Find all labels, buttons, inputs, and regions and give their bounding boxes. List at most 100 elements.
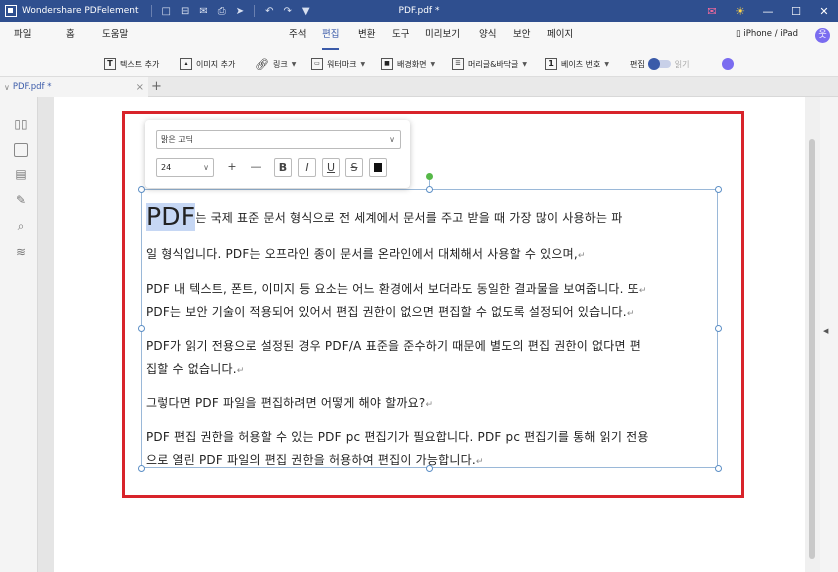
text-line[interactable]: PDF 내 텍스트, 폰트, 이미지 등 요소는 어느 환경에서 보더라도 동일… (146, 280, 647, 297)
maximize-button[interactable]: ☐ (782, 5, 810, 18)
gift-icon[interactable]: ✉ (698, 5, 726, 18)
add-image-button[interactable]: ▴ 이미지 추가 (180, 56, 235, 72)
header-footer-icon: ☰ (452, 58, 464, 70)
app-name: Wondershare PDFelement (22, 6, 139, 16)
font-size-select[interactable]: 24 ∨ (156, 158, 214, 177)
chevron-down-icon: ▼ (430, 60, 436, 68)
scroll-thumb[interactable] (809, 139, 815, 559)
save-icon[interactable]: ⊟ (181, 6, 189, 17)
link-icon: 🔗︎ (255, 57, 269, 71)
comments-icon[interactable]: ▤ (14, 167, 28, 181)
add-tab-icon[interactable]: + (151, 79, 162, 94)
chevron-down-icon: ▼ (360, 60, 366, 68)
left-sidebar: ▯▯ ▤ ✎ ⌕ ≋ ▶ (0, 97, 45, 572)
selected-text[interactable]: PDF (146, 203, 196, 231)
menu-bar: 파일 홈 도움말 주석 편집 변환 도구 미리보기 양식 보안 페이지 ▯ iP… (0, 22, 838, 50)
close-button[interactable]: ✕ (810, 5, 838, 18)
image-icon: ▴ (180, 58, 192, 70)
watermark-icon: ▭ (311, 58, 323, 70)
menu-edit[interactable]: 편집 (322, 22, 340, 50)
right-sidebar: ◀ (820, 97, 838, 572)
menu-home[interactable]: 홈 (66, 22, 75, 50)
menu-help[interactable]: 도움말 (102, 22, 128, 50)
menu-forms[interactable]: 양식 (479, 22, 496, 50)
text-line[interactable]: PDF는 국제 표준 문서 형식으로 전 세계에서 문서를 주고 받을 때 가장… (146, 203, 622, 231)
ai-icon (722, 58, 734, 70)
theme-icon[interactable]: ☀ (726, 5, 754, 18)
layers-icon[interactable]: ≋ (14, 245, 28, 259)
resize-handle-l[interactable] (138, 325, 145, 332)
edit-read-toggle[interactable]: 편집 읽기 (630, 56, 689, 72)
underline-button[interactable]: U (322, 158, 340, 177)
watermark-button[interactable]: ▭ 워터마크 ▼ (311, 56, 365, 72)
chevron-down-icon: ∨ (389, 135, 395, 144)
header-footer-button[interactable]: ☰ 머리글&바닥글 ▼ (452, 56, 527, 72)
text-icon: T (104, 58, 116, 70)
text-line[interactable]: 집할 수 없습니다.↵ (146, 360, 244, 377)
font-color-button[interactable] (369, 158, 387, 177)
edit-toolbar: T 텍스트 추가 ▴ 이미지 추가 🔗︎ 링크 ▼ ▭ 워터마크 ▼ ■ 배경화… (0, 50, 838, 77)
email-icon[interactable]: ✉ (199, 6, 207, 17)
text-line[interactable]: 으로 열린 PDF 파일의 편집 권한을 허용하여 편집이 가능합니다.↵ (146, 451, 484, 468)
chevron-down-icon: ▼ (604, 60, 609, 68)
redo-icon[interactable]: ↷ (284, 6, 292, 17)
close-tab-icon[interactable]: × (136, 82, 144, 93)
text-line[interactable]: PDF는 보안 기술이 적용되어 있어서 편집 권한이 없으면 편집할 수 없도… (146, 303, 635, 320)
menu-file[interactable]: 파일 (14, 22, 31, 50)
resize-handle-bl[interactable] (138, 465, 145, 472)
menu-preview[interactable]: 미리보기 (425, 22, 460, 50)
bates-number-button[interactable]: 1 베이츠 번호 ▼ (545, 56, 609, 72)
edit-label: 편집 (630, 59, 645, 69)
read-label: 읽기 (674, 59, 690, 69)
bold-button[interactable]: B (274, 158, 292, 177)
menu-comment[interactable]: 주석 (289, 22, 306, 50)
quick-access-toolbar: □ ⊟ ✉ ⎙ ➤ ↶ ↷ ▼ (150, 5, 310, 17)
resize-handle-tr[interactable] (715, 186, 722, 193)
menu-page[interactable]: 페이지 (547, 22, 573, 50)
italic-button[interactable]: I (298, 158, 316, 177)
menu-convert[interactable]: 변환 (358, 22, 375, 50)
tab-bar: ∨ PDF.pdf * × + (0, 77, 838, 97)
background-button[interactable]: ■ 배경화면 ▼ (381, 56, 435, 72)
thumbnails-icon[interactable]: ▯▯ (14, 117, 28, 131)
customize-dropdown-icon[interactable]: ▼ (302, 6, 310, 17)
search-icon[interactable]: ⌕ (14, 219, 28, 233)
send-icon[interactable]: ➤ (236, 6, 244, 17)
font-format-popup: 맑은 고딕 ∨ 24 ∨ + — B I U S (145, 120, 410, 188)
font-family-select[interactable]: 맑은 고딕 ∨ (156, 130, 401, 149)
mode-toggle[interactable] (647, 58, 671, 70)
open-icon[interactable]: □ (162, 6, 171, 17)
chevron-down-icon: ▼ (522, 60, 528, 68)
chevron-down-icon: ▼ (291, 60, 297, 68)
rotate-handle[interactable] (426, 173, 433, 180)
text-line[interactable]: 일 형식입니다. PDF는 오프라인 종이 문서를 온라인에서 대체해서 사용할… (146, 245, 586, 262)
bookmark-icon[interactable] (14, 143, 28, 157)
resize-handle-br[interactable] (715, 465, 722, 472)
print-icon[interactable]: ⎙ (218, 6, 226, 17)
menu-security[interactable]: 보안 (513, 22, 530, 50)
tab-pdf-document[interactable]: ∨ PDF.pdf * × (0, 77, 148, 97)
avatar[interactable]: 웃 (815, 28, 830, 43)
device-button[interactable]: ▯ iPhone / iPad (736, 29, 798, 39)
strikethrough-button[interactable]: S (345, 158, 363, 177)
attachment-icon[interactable]: ✎ (14, 193, 28, 207)
vertical-scrollbar[interactable] (805, 97, 820, 572)
text-line[interactable]: PDF 편집 권한을 허용할 수 있는 PDF pc 편집기가 필요합니다. P… (146, 428, 649, 445)
tab-label: PDF.pdf * (12, 82, 52, 92)
resize-handle-tl[interactable] (138, 186, 145, 193)
minimize-button[interactable]: — (754, 5, 782, 18)
background-icon: ■ (381, 58, 393, 70)
link-button[interactable]: 🔗︎ 링크 ▼ (255, 56, 296, 72)
text-line[interactable]: PDF가 읽기 전용으로 설정된 경우 PDF/A 표준을 준수하기 때문에 별… (146, 337, 641, 354)
resize-handle-r[interactable] (715, 325, 722, 332)
undo-icon[interactable]: ↶ (265, 6, 273, 17)
text-line[interactable]: 그렇다면 PDF 파일을 편집하려면 어떻게 해야 할까요?↵ (146, 394, 433, 411)
increase-font-button[interactable]: + (223, 158, 241, 177)
decrease-font-button[interactable]: — (247, 158, 265, 177)
collapse-right-panel-icon[interactable]: ◀ (823, 327, 828, 335)
chevron-down-icon: ∨ (203, 163, 209, 172)
resize-handle-t[interactable] (426, 186, 433, 193)
ai-assistant-button[interactable] (722, 56, 734, 72)
menu-tools[interactable]: 도구 (392, 22, 409, 50)
add-text-button[interactable]: T 텍스트 추가 (104, 56, 159, 72)
